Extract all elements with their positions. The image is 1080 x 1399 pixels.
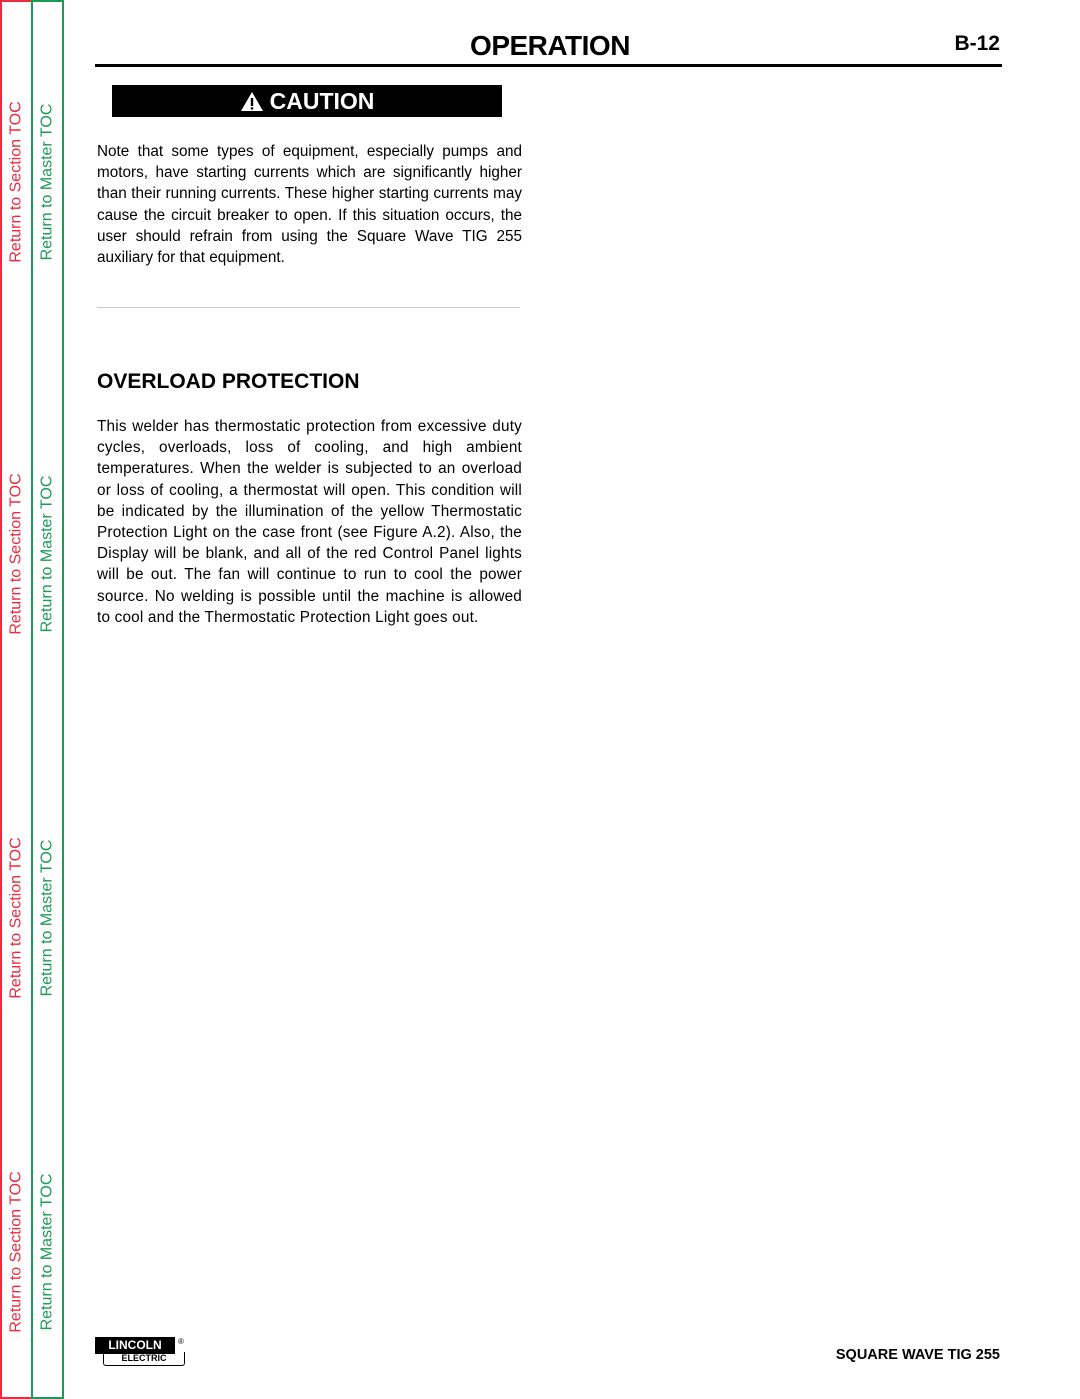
registered-mark: ®: [178, 1337, 184, 1346]
caution-paragraph: Note that some types of equipment, espec…: [97, 143, 522, 267]
section-divider: [97, 307, 520, 308]
link-label: Return to Master TOC: [38, 1173, 56, 1331]
link-label: Return to Section TOC: [7, 1171, 25, 1333]
section-toc-column: Return to Section TOC Return to Section …: [0, 0, 31, 1399]
return-to-master-toc-link[interactable]: Return to Master TOC: [33, 424, 62, 684]
return-to-master-toc-link[interactable]: Return to Master TOC: [33, 52, 62, 312]
logo-bottom-text: ELECTRIC: [103, 1352, 185, 1366]
return-to-section-toc-link[interactable]: Return to Section TOC: [2, 1122, 31, 1382]
overload-protection-heading: OVERLOAD PROTECTION: [97, 370, 360, 393]
return-to-master-toc-link[interactable]: Return to Master TOC: [33, 1122, 62, 1382]
link-label: Return to Section TOC: [7, 473, 25, 635]
page-number: B-12: [954, 32, 1000, 55]
master-toc-column: Return to Master TOC Return to Master TO…: [31, 0, 64, 1399]
lincoln-electric-logo: LINCOLN ® ELECTRIC: [95, 1337, 190, 1367]
return-to-section-toc-link[interactable]: Return to Section TOC: [2, 52, 31, 312]
caution-label: CAUTION: [269, 87, 375, 114]
link-label: Return to Section TOC: [7, 837, 25, 999]
product-model: SQUARE WAVE TIG 255: [835, 1347, 1000, 1363]
page-title: OPERATION: [470, 30, 630, 61]
link-label: Return to Master TOC: [38, 475, 56, 633]
return-to-master-toc-link[interactable]: Return to Master TOC: [33, 788, 62, 1048]
warning-triangle-icon: [240, 91, 263, 111]
return-to-section-toc-link[interactable]: Return to Section TOC: [2, 424, 31, 684]
return-to-section-toc-link[interactable]: Return to Section TOC: [2, 788, 31, 1048]
link-label: Return to Section TOC: [7, 101, 25, 263]
link-label: Return to Master TOC: [38, 839, 56, 997]
header-divider: [95, 64, 1002, 67]
link-label: Return to Master TOC: [38, 103, 56, 261]
overload-paragraph: This welder has thermostatic protection …: [97, 418, 522, 626]
caution-banner: CAUTION: [112, 85, 502, 117]
